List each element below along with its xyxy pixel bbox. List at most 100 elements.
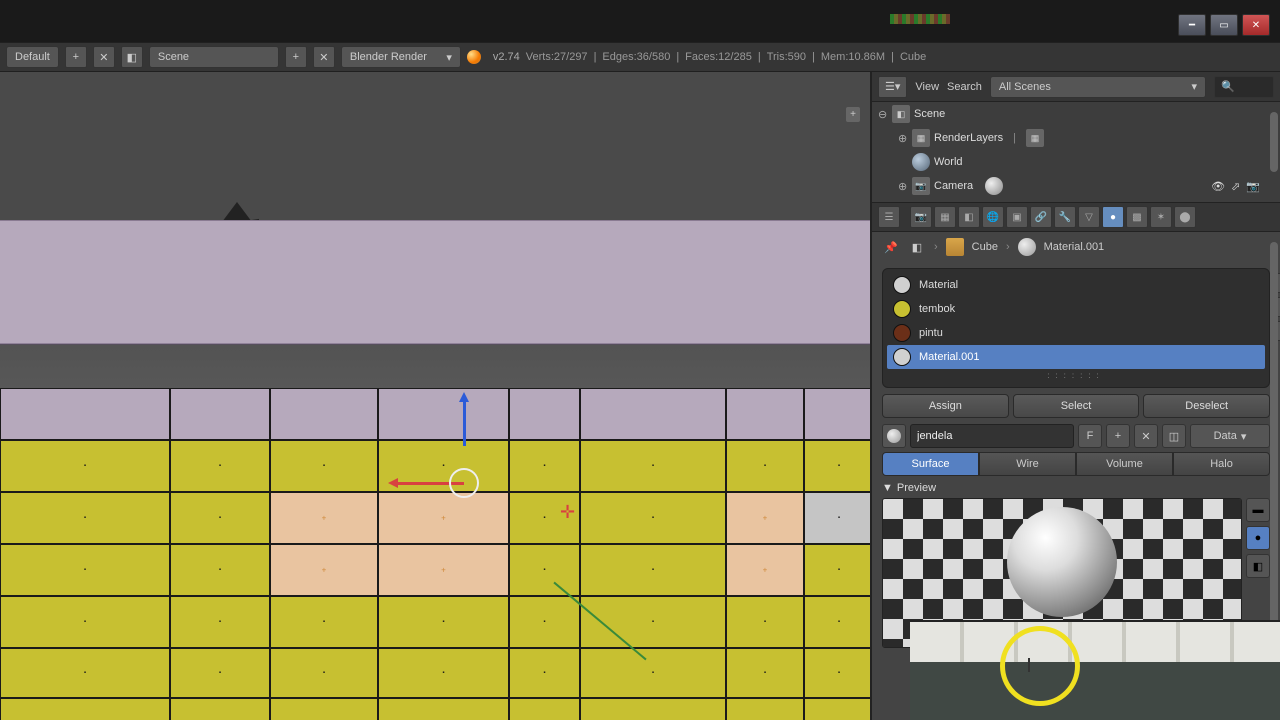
render-icon[interactable]: 📷 [1246, 180, 1260, 193]
expand-panel-icon[interactable]: + [846, 107, 860, 122]
outliner-item[interactable]: Camera [934, 180, 973, 192]
scene-icon-button[interactable]: ◧ [121, 46, 143, 68]
webcam-overlay [910, 620, 1280, 720]
stats-faces: Faces:12/285 [685, 51, 752, 63]
outliner-header: ☰▾ View Search All Scenes ▾ 🔍 [872, 72, 1280, 102]
tab-texture[interactable]: ▩ [1126, 206, 1148, 228]
outliner-item[interactable]: Scene [914, 108, 945, 120]
new-material-button[interactable]: + [1106, 424, 1130, 448]
select-button[interactable]: Select [1013, 394, 1140, 418]
layout-selector[interactable]: Default [6, 46, 59, 68]
stats-tris: Tris:590 [767, 51, 806, 63]
tab-modifiers[interactable]: 🔧 [1054, 206, 1076, 228]
selectable-icon[interactable]: ⬀ [1231, 180, 1240, 193]
floor-plane [0, 220, 870, 344]
bc-material[interactable]: Material.001 [1044, 241, 1105, 253]
audio-meter [890, 14, 950, 24]
add-scene-button[interactable]: + [285, 46, 307, 68]
preview-cube-button[interactable]: ◧ [1246, 554, 1270, 578]
close-button[interactable]: ✕ [1242, 14, 1270, 36]
nodes-button[interactable]: ◫ [1162, 424, 1186, 448]
material-slot[interactable]: Material [887, 273, 1265, 297]
stats-edges: Edges:36/580 [602, 51, 670, 63]
visibility-icon[interactable]: 👁 [1211, 180, 1225, 193]
stats-mem: Mem:10.86M [821, 51, 885, 63]
stats-verts: Verts:27/297 [526, 51, 588, 63]
properties-tabs: ☰ 📷 ▦ ◧ 🌐 ▣ 🔗 🔧 ▽ ● ▩ ✶ ⬤ [872, 202, 1280, 232]
mesh-wall[interactable] [0, 388, 870, 720]
link-mode-selector[interactable]: Data ▾ [1190, 424, 1270, 448]
3d-viewport[interactable]: + [0, 72, 870, 720]
breadcrumb: 📌 ◧ › Cube › Material.001 [872, 232, 1280, 262]
tab-material[interactable]: ● [1102, 206, 1124, 228]
tab-object[interactable]: ▣ [1006, 206, 1028, 228]
tab-render-layers[interactable]: ▦ [934, 206, 956, 228]
pin-icon[interactable]: 📌 [882, 238, 900, 256]
material-name: tembok [919, 303, 955, 315]
blender-logo-icon [467, 50, 481, 64]
outliner-item[interactable]: World [934, 156, 963, 168]
highlight-ring-icon [1000, 626, 1080, 706]
add-layout-button[interactable]: + [65, 46, 87, 68]
tab-physics[interactable]: ⬤ [1174, 206, 1196, 228]
search-menu[interactable]: Search [947, 81, 982, 93]
material-name: Material [919, 279, 958, 291]
halo-button[interactable]: Halo [1173, 452, 1270, 476]
tab-constraints[interactable]: 🔗 [1030, 206, 1052, 228]
remove-scene-button[interactable]: ✕ [313, 46, 335, 68]
tab-render[interactable]: 📷 [910, 206, 932, 228]
material-browse-button[interactable] [882, 424, 906, 448]
tab-scene[interactable]: ◧ [958, 206, 980, 228]
minimize-button[interactable]: ━ [1178, 14, 1206, 36]
engine-label: Blender Render [350, 51, 427, 63]
editor-type-button[interactable]: ☰ [878, 206, 900, 228]
cube-icon [946, 238, 964, 256]
deselect-button[interactable]: Deselect [1143, 394, 1270, 418]
tab-data[interactable]: ▽ [1078, 206, 1100, 228]
3d-cursor-icon [560, 502, 590, 532]
preview-label: Preview [897, 482, 936, 494]
render-engine-selector[interactable]: Blender Render ▾ [341, 46, 461, 68]
outliner-filter[interactable]: All Scenes ▾ [990, 76, 1206, 98]
window-titlebar: ━ ▭ ✕ [0, 0, 1280, 42]
unlink-material-button[interactable]: ✕ [1134, 424, 1158, 448]
preview-flat-button[interactable]: ▬ [1246, 498, 1270, 522]
outliner-tree[interactable]: ⊖◧Scene ⊕▦RenderLayers|▦ World ⊕📷Camera … [872, 102, 1280, 202]
stats-object: Cube [900, 51, 926, 63]
bc-object[interactable]: Cube [972, 241, 998, 253]
assign-button[interactable]: Assign [882, 394, 1009, 418]
material-name-input[interactable] [910, 424, 1074, 448]
wire-button[interactable]: Wire [979, 452, 1076, 476]
material-slot[interactable]: tembok [887, 297, 1265, 321]
volume-button[interactable]: Volume [1076, 452, 1173, 476]
layout-label: Default [15, 51, 50, 63]
list-grip[interactable]: ::::::: [887, 371, 1265, 380]
material-slot[interactable]: Material.001 [887, 345, 1265, 369]
scene-label: Scene [158, 51, 189, 63]
view-menu[interactable]: View [915, 81, 939, 93]
preview-sphere-button[interactable]: ● [1246, 526, 1270, 550]
material-slot[interactable]: pintu [887, 321, 1265, 345]
filter-label: All Scenes [999, 81, 1051, 93]
properties-scrollbar[interactable] [1270, 242, 1278, 662]
tab-particles[interactable]: ✶ [1150, 206, 1172, 228]
outliner-search-input[interactable]: 🔍 [1214, 76, 1274, 98]
material-slot-list[interactable]: Material tembok pintu Material.001 :::::… [882, 268, 1270, 388]
context-icon: ◧ [908, 238, 926, 256]
material-name: Material.001 [919, 351, 980, 363]
scene-selector[interactable]: Scene [149, 46, 279, 68]
surface-button[interactable]: Surface [882, 452, 979, 476]
info-header: Default + ✕ ◧ Scene + ✕ Blender Render ▾… [0, 42, 1280, 72]
outliner-item[interactable]: RenderLayers [934, 132, 1003, 144]
editor-type-button[interactable]: ☰▾ [878, 76, 907, 98]
text-cursor-icon [1028, 658, 1030, 672]
fake-user-button[interactable]: F [1078, 424, 1102, 448]
remove-layout-button[interactable]: ✕ [93, 46, 115, 68]
preview-panel-header[interactable]: ▼ Preview [882, 482, 1270, 494]
preview-sphere-icon [1007, 507, 1117, 617]
outliner-scrollbar[interactable] [1270, 112, 1278, 172]
maximize-button[interactable]: ▭ [1210, 14, 1238, 36]
material-icon [1018, 238, 1036, 256]
tab-world[interactable]: 🌐 [982, 206, 1004, 228]
link-mode-label: Data [1214, 430, 1237, 442]
